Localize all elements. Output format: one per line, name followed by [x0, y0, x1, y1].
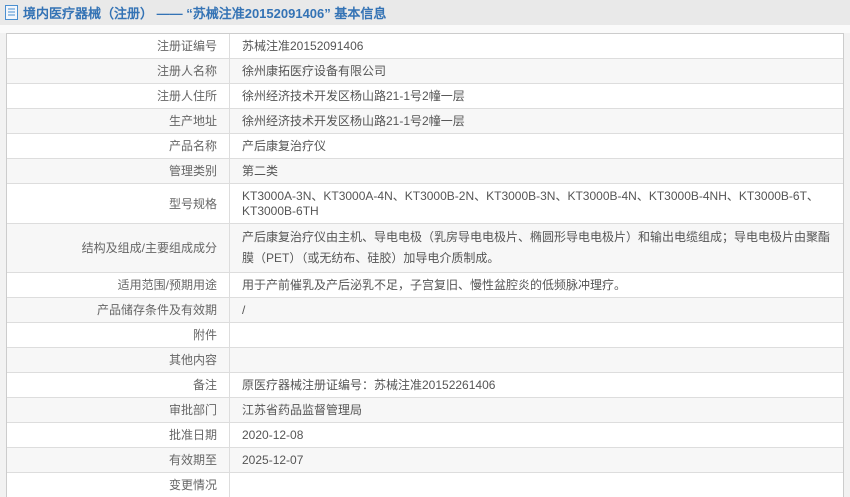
- table-row-change-status: 变更情况: [7, 473, 843, 497]
- row-value: 用于产前催乳及产后泌乳不足，子宫复旧、慢性盆腔炎的低频脉冲理疗。: [242, 278, 627, 292]
- row-label: 附件: [7, 323, 230, 347]
- row-value: 第二类: [242, 164, 279, 178]
- row-label: 管理类别: [7, 159, 230, 183]
- table-row-storage-validity: 产品储存条件及有效期 /: [7, 298, 843, 323]
- row-value: 产后康复治疗仪由主机、导电电极（乳房导电电极片、椭圆形导电电极片）和输出电缆组成…: [242, 230, 831, 265]
- page-header: 境内医疗器械（注册） —— “苏械注准20152091406” 基本信息: [0, 0, 850, 25]
- table-row-structure-composition: 结构及组成/主要组成成分 产后康复治疗仪由主机、导电电极（乳房导电电极片、椭圆形…: [7, 224, 843, 273]
- row-label: 型号规格: [7, 184, 230, 223]
- table-row-registrant-address: 注册人住所 徐州经济技术开发区杨山路21-1号2幢一层: [7, 84, 843, 109]
- row-label: 审批部门: [7, 398, 230, 422]
- registration-info-table: 注册证编号 苏械注准20152091406 注册人名称 徐州康拓医疗设备有限公司…: [6, 33, 844, 497]
- document-icon: [5, 5, 18, 20]
- row-label: 生产地址: [7, 109, 230, 133]
- table-row-intended-use: 适用范围/预期用途 用于产前催乳及产后泌乳不足，子宫复旧、慢性盆腔炎的低频脉冲理…: [7, 273, 843, 298]
- row-value: 产后康复治疗仪: [242, 139, 327, 153]
- row-value: 2020-12-08: [242, 428, 304, 442]
- row-value: 江苏省药品监督管理局: [242, 403, 363, 417]
- row-value: 徐州经济技术开发区杨山路21-1号2幢一层: [242, 89, 465, 103]
- table-row-other-content: 其他内容: [7, 348, 843, 373]
- row-label: 注册人住所: [7, 84, 230, 108]
- row-label: 变更情况: [7, 473, 230, 497]
- row-label: 备注: [7, 373, 230, 397]
- table-row-remarks: 备注 原医疗器械注册证编号：苏械注准20152261406: [7, 373, 843, 398]
- row-value: 徐州康拓医疗设备有限公司: [242, 64, 387, 78]
- page-title: 境内医疗器械（注册） —— “苏械注准20152091406” 基本信息: [23, 6, 387, 21]
- row-value: 2025-12-07: [242, 453, 304, 467]
- row-label: 注册人名称: [7, 59, 230, 83]
- row-label: 适用范围/预期用途: [7, 273, 230, 297]
- table-row-attachment: 附件: [7, 323, 843, 348]
- row-value: 原医疗器械注册证编号：苏械注准20152261406: [242, 378, 496, 392]
- row-value: 苏械注准20152091406: [242, 39, 364, 53]
- row-label: 产品名称: [7, 134, 230, 158]
- table-row-management-category: 管理类别 第二类: [7, 159, 843, 184]
- row-value: [230, 348, 843, 372]
- table-row-model-spec: 型号规格 KT3000A-3N、KT3000A-4N、KT3000B-2N、KT…: [7, 184, 843, 224]
- row-label: 结构及组成/主要组成成分: [7, 224, 230, 272]
- header-gap: [0, 25, 850, 33]
- row-value: 徐州经济技术开发区杨山路21-1号2幢一层: [242, 114, 465, 128]
- row-value: [230, 323, 843, 347]
- table-row-approval-date: 批准日期 2020-12-08: [7, 423, 843, 448]
- row-label: 注册证编号: [7, 34, 230, 58]
- row-label: 有效期至: [7, 448, 230, 472]
- table-row-production-address: 生产地址 徐州经济技术开发区杨山路21-1号2幢一层: [7, 109, 843, 134]
- row-value: /: [242, 303, 246, 317]
- row-value: [230, 473, 843, 497]
- table-row-valid-until: 有效期至 2025-12-07: [7, 448, 843, 473]
- table-row-approval-department: 审批部门 江苏省药品监督管理局: [7, 398, 843, 423]
- row-label: 其他内容: [7, 348, 230, 372]
- row-label: 产品储存条件及有效期: [7, 298, 230, 322]
- row-value: KT3000A-3N、KT3000A-4N、KT3000B-2N、KT3000B…: [242, 189, 819, 218]
- row-label: 批准日期: [7, 423, 230, 447]
- table-row-product-name: 产品名称 产后康复治疗仪: [7, 134, 843, 159]
- table-row-registrant-name: 注册人名称 徐州康拓医疗设备有限公司: [7, 59, 843, 84]
- table-row-certificate-number: 注册证编号 苏械注准20152091406: [7, 34, 843, 59]
